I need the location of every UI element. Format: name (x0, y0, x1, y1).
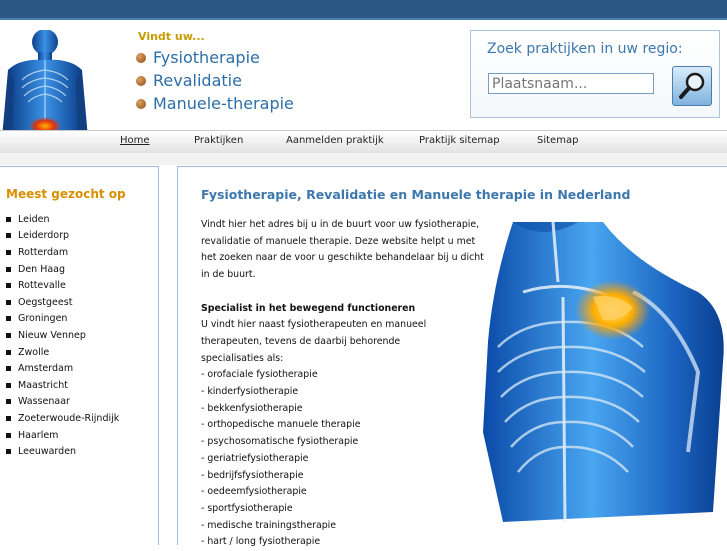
magnifier-icon (679, 72, 705, 99)
square-bullet-icon (6, 332, 11, 338)
city-link[interactable]: Zwolle (6, 344, 119, 361)
square-bullet-icon (6, 283, 11, 289)
specialization-item: - oedeemfysiotherapie (201, 486, 307, 498)
square-bullet-icon (6, 233, 11, 239)
square-bullet-icon (6, 349, 11, 355)
menu-sitemap[interactable]: Sitemap (537, 135, 578, 146)
menu-home[interactable]: Home (120, 135, 150, 146)
service-link-manuele-therapie[interactable]: Manuele-therapie (136, 92, 294, 115)
search-box: Zoek praktijken in uw regio: (470, 30, 720, 118)
search-button[interactable] (672, 66, 712, 106)
spine-figure-image (2, 30, 88, 138)
sidebar: Meest gezocht op Leiden Leiderdorp Rotte… (0, 166, 159, 545)
intro-line: Vindt hier het adres bij u in de buurt v… (201, 219, 480, 230)
square-bullet-icon (6, 432, 11, 438)
main-menu: Home Praktijken Aanmelden praktijk Prakt… (0, 130, 727, 154)
search-input[interactable] (488, 73, 654, 94)
specialization-item: - geriatriefysiotherapie (201, 452, 309, 464)
specialization-item: - orthopedische manuele therapie (201, 419, 361, 431)
city-link[interactable]: Groningen (6, 311, 119, 328)
specialization-item: - kinderfysiotherapie (201, 386, 299, 398)
city-link[interactable]: Zoeterwoude-Rijndijk (6, 410, 119, 427)
bullet-icon (136, 98, 146, 109)
square-bullet-icon (6, 316, 11, 322)
shoulder-anatomy-image (483, 222, 724, 522)
bullet-icon (136, 52, 146, 63)
menu-praktijken[interactable]: Praktijken (194, 135, 243, 146)
specialization-item: - medische trainingstherapie (201, 519, 337, 531)
square-bullet-icon (6, 216, 11, 222)
city-list: Leiden Leiderdorp Rotterdam Den Haag Rot… (6, 211, 119, 460)
specialization-item: - orofaciale fysiotherapie (201, 369, 318, 381)
city-link[interactable]: Rottevalle (6, 277, 119, 294)
city-link[interactable]: Rotterdam (6, 244, 119, 261)
search-title: Zoek praktijken in uw regio: (487, 41, 683, 57)
city-link[interactable]: Maastricht (6, 377, 119, 394)
body-line: U vindt hier naast fysiotherapeuten en m… (201, 319, 427, 331)
square-bullet-icon (6, 449, 11, 455)
divider-strip (0, 153, 727, 165)
tagline: Vindt uw... (138, 30, 205, 43)
city-link[interactable]: Wassenaar (6, 394, 119, 411)
service-links: Fysiotherapie Revalidatie Manuele-therap… (136, 46, 294, 115)
service-link-revalidatie[interactable]: Revalidatie (136, 69, 294, 92)
intro-line: het zoeken naar de voor u geschikte beha… (201, 252, 484, 264)
specialization-item: - psychosomatische fysiotherapie (201, 436, 359, 448)
city-link[interactable]: Haarlem (6, 427, 119, 444)
intro-line: in de buurt. (201, 269, 256, 281)
page-title: Fysiotherapie, Revalidatie en Manuele th… (201, 187, 631, 202)
menu-aanmelden-praktijk[interactable]: Aanmelden praktijk (286, 135, 384, 146)
body-line: therapeuten, tevens de daarbij behorende (201, 335, 401, 347)
specialization-item: - hart / long fysiotherapie (201, 536, 321, 548)
section-subtitle: Specialist in het bewegend functioneren (201, 302, 416, 314)
city-link[interactable]: Leeuwarden (6, 443, 119, 460)
city-link[interactable]: Amsterdam (6, 360, 119, 377)
square-bullet-icon (6, 249, 11, 255)
square-bullet-icon (6, 382, 11, 388)
square-bullet-icon (6, 299, 11, 305)
specialization-item: - bedrijfsfysiotherapie (201, 469, 304, 481)
square-bullet-icon (6, 366, 11, 372)
bullet-icon (136, 75, 146, 86)
top-bar (0, 0, 727, 20)
sidebar-title: Meest gezocht op (6, 187, 126, 201)
square-bullet-icon (6, 266, 11, 272)
city-link[interactable]: Leiden (6, 211, 119, 228)
square-bullet-icon (6, 399, 11, 405)
specialization-item: - sportfysiotherapie (201, 502, 293, 514)
intro-line: revalidatie of manuele therapie. Deze we… (201, 235, 476, 247)
menu-praktijk-sitemap[interactable]: Praktijk sitemap (419, 135, 500, 146)
specialization-item: - bekkenfysiotherapie (201, 402, 303, 414)
intro-text: Vindt hier het adres bij u in de buurt v… (201, 217, 486, 551)
square-bullet-icon (6, 415, 11, 421)
city-link[interactable]: Oegstgeest (6, 294, 119, 311)
main-content: Fysiotherapie, Revalidatie en Manuele th… (177, 166, 727, 547)
city-link[interactable]: Den Haag (6, 261, 119, 278)
city-link[interactable]: Leiderdorp (6, 228, 119, 245)
body-line: specialisaties als: (201, 352, 284, 364)
city-link[interactable]: Nieuw Vennep (6, 327, 119, 344)
service-link-fysiotherapie[interactable]: Fysiotherapie (136, 46, 294, 69)
